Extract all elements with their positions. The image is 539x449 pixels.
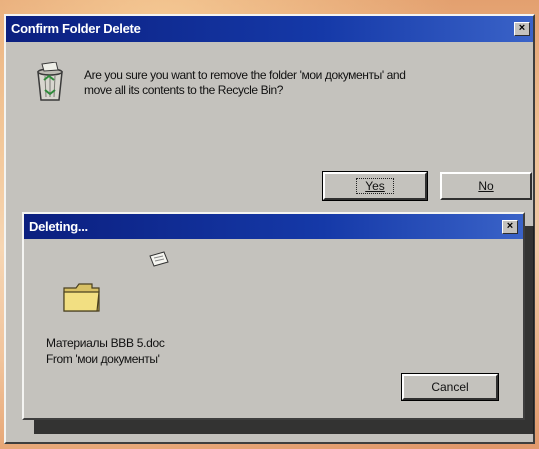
yes-button[interactable]: Yes [322, 171, 428, 201]
file-name-text: Материалы BBB 5.doc [46, 336, 165, 350]
deleting-dialog: Deleting... × Материалы BBB 5.doc From '… [22, 212, 525, 420]
no-button-label: No [478, 179, 494, 193]
confirm-title: Confirm Folder Delete [11, 21, 141, 36]
confirm-titlebar[interactable]: Confirm Folder Delete × [6, 16, 533, 42]
confirm-message: Are you sure you want to remove the fold… [84, 68, 504, 98]
deleting-titlebar[interactable]: Deleting... × [24, 214, 523, 239]
cancel-button-label: Cancel [431, 380, 469, 394]
close-icon: × [506, 220, 514, 232]
yes-button-label: Yes [365, 179, 385, 193]
recycle-bin-icon [32, 61, 68, 102]
close-icon: × [518, 22, 526, 34]
folder-icon [62, 280, 102, 314]
no-button[interactable]: No [440, 172, 532, 200]
deleting-close-button[interactable]: × [502, 220, 518, 234]
confirm-message-line2: move all its contents to the Recycle Bin… [84, 83, 284, 97]
confirm-message-line1: Are you sure you want to remove the fold… [84, 68, 406, 82]
deleting-title: Deleting... [29, 219, 88, 234]
confirm-close-button[interactable]: × [514, 22, 530, 36]
cancel-button[interactable]: Cancel [401, 373, 499, 401]
file-source-text: From 'мои документы' [46, 352, 160, 366]
flying-paper-icon [148, 250, 170, 268]
